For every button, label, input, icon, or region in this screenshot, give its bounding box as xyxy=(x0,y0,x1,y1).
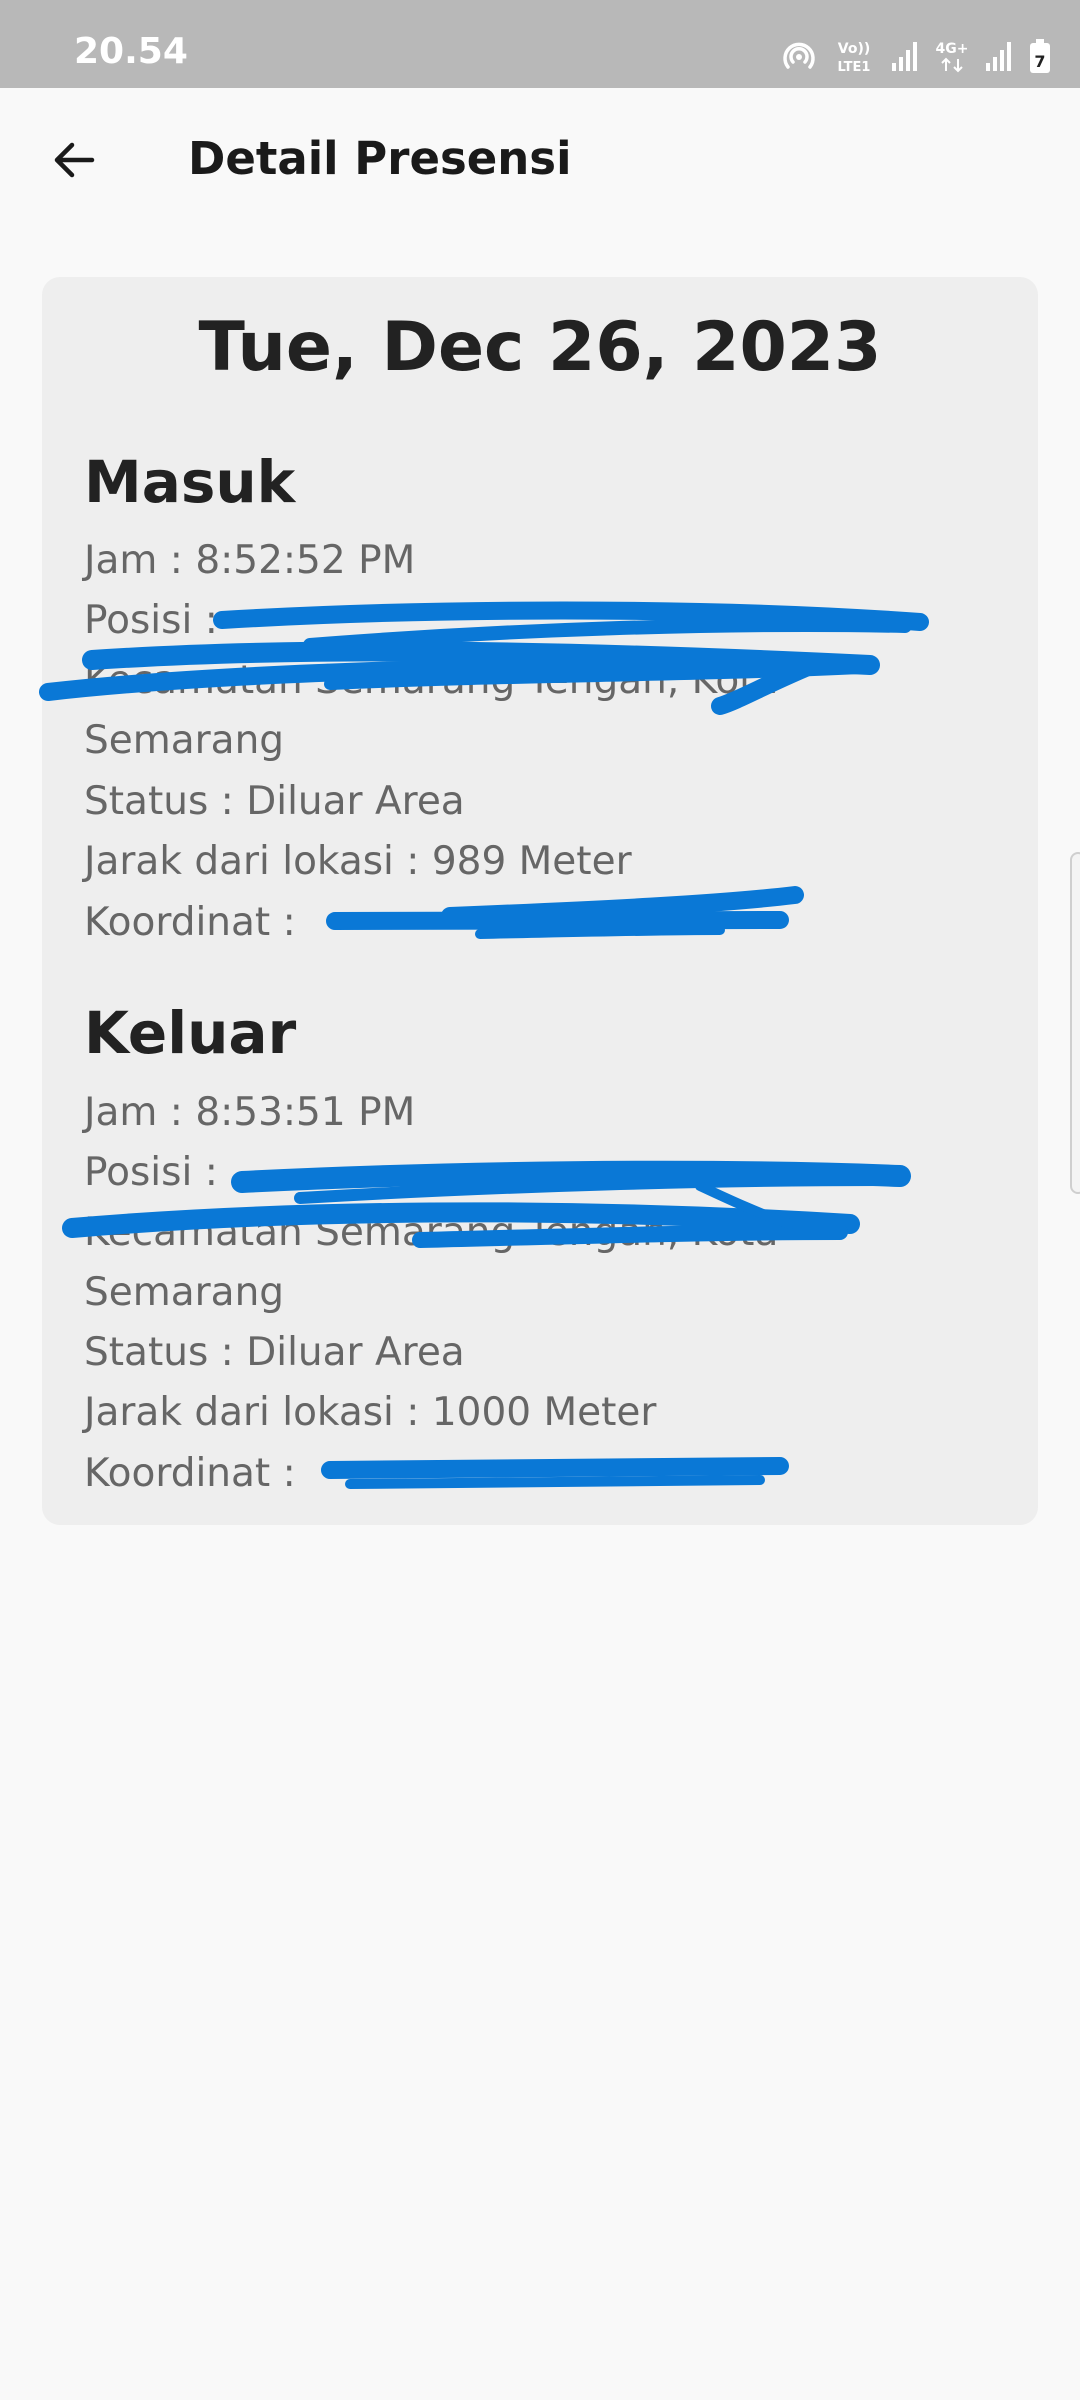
attendance-detail-card: Tue, Dec 26, 2023 Masuk Jam : 8:52:52 PM… xyxy=(42,277,1038,1525)
attendance-date: Tue, Dec 26, 2023 xyxy=(198,308,882,387)
page-title: Detail Presensi xyxy=(188,132,572,185)
keluar-jarak: Jarak dari lokasi : 1000 Meter xyxy=(84,1390,657,1435)
edge-panel-handle[interactable] xyxy=(1070,852,1080,1194)
masuk-posisi-label: Posisi : xyxy=(84,598,218,643)
masuk-title: Masuk xyxy=(84,448,296,516)
status-time: 20.54 xyxy=(74,31,188,72)
keluar-posisi-line2: Kecamatan Semarang Tengah, Kota xyxy=(84,1210,779,1255)
status-bar: 20.54 Vo)) LTE1 4G+ 7 xyxy=(0,0,1080,88)
volte-icon: Vo)) LTE1 xyxy=(832,37,876,75)
keluar-status: Status : Diluar Area xyxy=(84,1330,465,1375)
masuk-jarak: Jarak dari lokasi : 989 Meter xyxy=(84,839,632,884)
keluar-jam: Jam : 8:53:51 PM xyxy=(84,1090,416,1135)
signal-icon-2 xyxy=(984,39,1014,73)
signal-icon-1 xyxy=(890,39,920,73)
svg-text:4G+: 4G+ xyxy=(936,41,969,57)
masuk-posisi-line2: Kecamatan Semarang Tengah, Kota xyxy=(84,658,779,703)
status-icons: Vo)) LTE1 4G+ 7 xyxy=(780,36,1052,76)
hotspot-icon xyxy=(780,37,818,75)
masuk-posisi-line3: Semarang xyxy=(84,718,285,763)
app-bar: Detail Presensi xyxy=(0,88,1080,236)
keluar-koordinat-label: Koordinat : xyxy=(84,1451,296,1496)
svg-text:7: 7 xyxy=(1034,52,1045,71)
masuk-status: Status : Diluar Area xyxy=(84,779,465,824)
keluar-title: Keluar xyxy=(84,999,297,1067)
masuk-jam: Jam : 8:52:52 PM xyxy=(84,538,416,583)
svg-text:LTE1: LTE1 xyxy=(838,60,871,75)
network-4g-icon: 4G+ xyxy=(934,37,970,75)
back-button[interactable] xyxy=(36,122,112,198)
masuk-koordinat-label: Koordinat : xyxy=(84,900,296,945)
keluar-posisi-line3: Semarang xyxy=(84,1270,285,1315)
svg-text:Vo)): Vo)) xyxy=(838,41,870,57)
battery-icon: 7 xyxy=(1028,38,1052,74)
keluar-posisi-label: Posisi : xyxy=(84,1150,218,1195)
arrow-left-icon xyxy=(54,142,95,178)
